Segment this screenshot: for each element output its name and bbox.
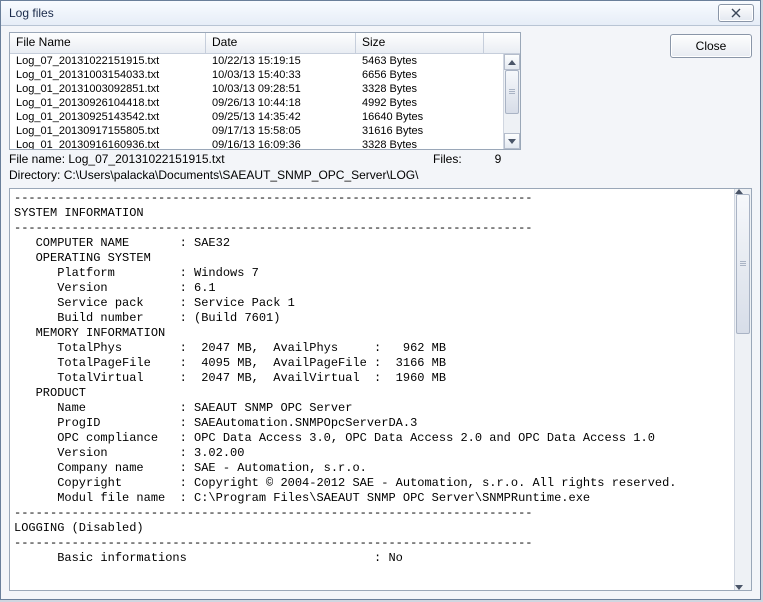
file-list[interactable]: File Name Date Size Log_07_2013102215191…: [9, 32, 521, 150]
cell-size: 3328 Bytes: [356, 82, 484, 96]
cell-date: 09/16/13 16:09:36: [206, 138, 356, 149]
filename-value: Log_07_20131022151915.txt: [68, 152, 224, 166]
log-scroll-thumb[interactable]: [736, 194, 750, 334]
table-row[interactable]: Log_07_20131022151915.txt10/22/13 15:19:…: [10, 54, 503, 68]
log-panel: ----------------------------------------…: [9, 188, 752, 591]
scroll-down-button[interactable]: [504, 133, 520, 149]
titlebar[interactable]: Log files: [1, 1, 760, 26]
table-row[interactable]: Log_01_20131003154033.txt10/03/13 15:40:…: [10, 68, 503, 82]
table-row[interactable]: Log_01_20131003092851.txt10/03/13 09:28:…: [10, 82, 503, 96]
window-title: Log files: [7, 6, 718, 20]
scroll-track[interactable]: [504, 70, 520, 133]
cell-date: 09/25/13 14:35:42: [206, 110, 356, 124]
files-value: 9: [483, 152, 521, 166]
cell-size: 3328 Bytes: [356, 138, 484, 149]
cell-filename: Log_01_20130926104418.txt: [10, 96, 206, 110]
window-close-button[interactable]: [718, 4, 754, 22]
cell-filename: Log_01_20131003154033.txt: [10, 68, 206, 82]
directory-label: Directory:: [9, 168, 60, 182]
filename-label: File name:: [9, 152, 65, 166]
col-header-size[interactable]: Size: [356, 33, 484, 53]
cell-date: 10/03/13 15:40:33: [206, 68, 356, 82]
cell-size: 4992 Bytes: [356, 96, 484, 110]
directory-value: C:\Users\palacka\Documents\SAEAUT_SNMP_O…: [64, 168, 419, 182]
chevron-up-icon: [508, 60, 516, 65]
table-row[interactable]: Log_01_20130916160936.txt09/16/13 16:09:…: [10, 138, 503, 149]
log-text[interactable]: ----------------------------------------…: [10, 189, 734, 590]
cell-date: 09/26/13 10:44:18: [206, 96, 356, 110]
close-icon: [729, 8, 743, 18]
table-row[interactable]: Log_01_20130917155805.txt09/17/13 15:58:…: [10, 124, 503, 138]
close-button-label: Close: [696, 39, 727, 53]
scroll-thumb[interactable]: [505, 70, 519, 114]
log-scroll-down[interactable]: [735, 585, 751, 590]
cell-filename: Log_01_20131003092851.txt: [10, 82, 206, 96]
table-row[interactable]: Log_01_20130925143542.txt09/25/13 14:35:…: [10, 110, 503, 124]
cell-size: 6656 Bytes: [356, 68, 484, 82]
cell-filename: Log_01_20130916160936.txt: [10, 138, 206, 149]
cell-date: 10/22/13 15:19:15: [206, 54, 356, 68]
cell-filename: Log_01_20130917155805.txt: [10, 124, 206, 138]
log-files-window: Log files File Name Date Size Log_07_201…: [0, 0, 761, 600]
cell-filename: Log_01_20130925143542.txt: [10, 110, 206, 124]
col-header-date[interactable]: Date: [206, 33, 356, 53]
files-label: Files:: [433, 152, 483, 166]
col-header-filename[interactable]: File Name: [10, 33, 206, 53]
file-list-scrollbar[interactable]: [503, 54, 520, 149]
scroll-up-button[interactable]: [504, 54, 520, 70]
file-list-body[interactable]: Log_07_20131022151915.txt10/22/13 15:19:…: [10, 54, 503, 149]
chevron-down-icon: [508, 139, 516, 144]
cell-size: 16640 Bytes: [356, 110, 484, 124]
log-scrollbar[interactable]: [734, 189, 751, 590]
table-row[interactable]: Log_01_20130926104418.txt09/26/13 10:44:…: [10, 96, 503, 110]
log-scroll-track[interactable]: [735, 194, 751, 585]
file-list-header[interactable]: File Name Date Size: [10, 33, 520, 54]
cell-date: 10/03/13 09:28:51: [206, 82, 356, 96]
cell-filename: Log_07_20131022151915.txt: [10, 54, 206, 68]
close-button[interactable]: Close: [670, 34, 752, 58]
cell-size: 31616 Bytes: [356, 124, 484, 138]
col-header-pad: [484, 33, 520, 53]
cell-date: 09/17/13 15:58:05: [206, 124, 356, 138]
client-area: File Name Date Size Log_07_2013102215191…: [1, 26, 760, 599]
chevron-down-icon: [735, 585, 743, 590]
cell-size: 5463 Bytes: [356, 54, 484, 68]
